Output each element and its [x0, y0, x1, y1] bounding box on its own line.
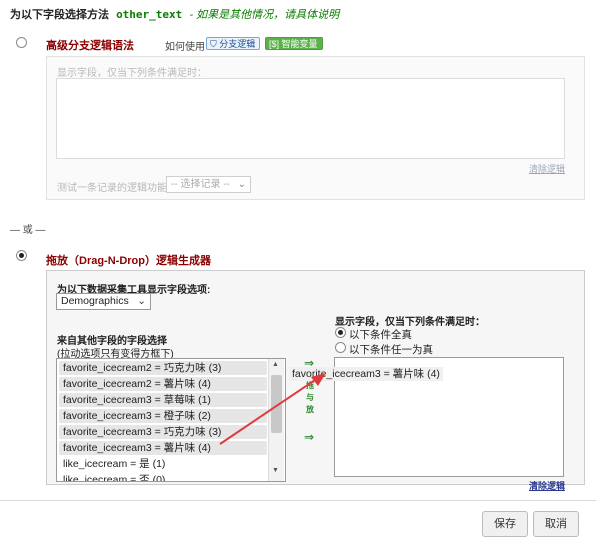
- drag-arrow-line: [219, 377, 319, 445]
- cancel-button[interactable]: 取消: [533, 511, 579, 537]
- save-button[interactable]: 保存: [482, 511, 528, 537]
- drag-arrow-annotation: [219, 373, 326, 445]
- footer-divider: [0, 500, 596, 501]
- drag-arrow-head: [311, 373, 326, 386]
